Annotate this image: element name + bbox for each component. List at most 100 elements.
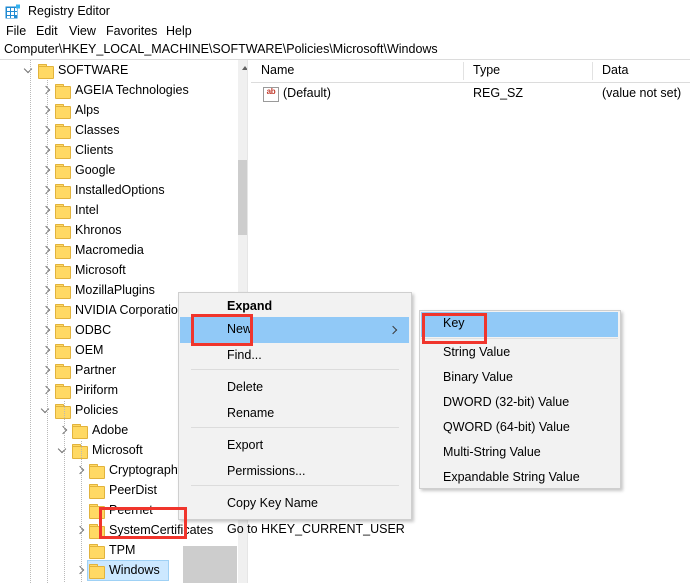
menu-item-delete[interactable]: Delete — [180, 375, 409, 401]
tree-guide-line — [81, 441, 82, 583]
tree-item-label: Cryptography — [109, 463, 185, 477]
chevron-down-icon[interactable] — [39, 401, 53, 421]
submenu-item-string-value[interactable]: String Value — [421, 341, 618, 366]
tree-item-classes[interactable]: Classes — [0, 121, 237, 141]
chevron-right-icon — [388, 325, 398, 335]
tree-scrollbar-secondary[interactable] — [183, 546, 237, 583]
chevron-right-icon[interactable] — [73, 561, 87, 581]
chevron-right-icon[interactable] — [56, 421, 70, 441]
list-header: Name Type Data — [251, 60, 690, 83]
folder-icon — [55, 364, 71, 379]
chevron-down-icon[interactable] — [56, 441, 70, 461]
chevron-right-icon[interactable] — [39, 181, 53, 201]
folder-icon — [38, 64, 54, 79]
column-header-name[interactable]: Name — [261, 63, 294, 77]
folder-icon — [55, 104, 71, 119]
chevron-right-icon[interactable] — [73, 461, 87, 481]
chevron-right-icon[interactable] — [39, 221, 53, 241]
folder-icon — [55, 84, 71, 99]
menu-favorites[interactable]: Favorites — [104, 24, 159, 38]
menu-item-label: Delete — [227, 380, 264, 394]
chevron-right-icon[interactable] — [39, 241, 53, 261]
chevron-right-icon[interactable] — [39, 301, 53, 321]
chevron-right-icon[interactable] — [39, 161, 53, 181]
menu-edit[interactable]: Edit — [34, 24, 60, 38]
submenu-item-multi-string-value[interactable]: Multi-String Value — [421, 441, 618, 466]
chevron-right-icon[interactable] — [39, 141, 53, 161]
menu-item-label: Permissions... — [227, 464, 306, 478]
chevron-right-icon[interactable] — [39, 81, 53, 101]
menu-item-label: Copy Key Name — [227, 496, 319, 510]
folder-icon — [55, 224, 71, 239]
chevron-right-icon[interactable] — [39, 341, 53, 361]
chevron-right-icon[interactable] — [39, 261, 53, 281]
table-row[interactable]: ab (Default) REG_SZ (value not set) — [251, 82, 690, 104]
chevron-right-icon[interactable] — [39, 321, 53, 341]
submenu-item-binary-value[interactable]: Binary Value — [421, 366, 618, 391]
menu-item-label: Go to HKEY_CURRENT_USER — [227, 522, 405, 536]
value-name: (Default) — [283, 86, 331, 100]
chevron-right-icon[interactable] — [39, 121, 53, 141]
submenu-item-qword-64-bit-value[interactable]: QWORD (64-bit) Value — [421, 416, 618, 441]
tree-item-label: AGEIA Technologies — [75, 83, 189, 97]
tree-item-label: InstalledOptions — [75, 183, 165, 197]
chevron-right-icon[interactable] — [39, 361, 53, 381]
tree-item-software[interactable]: SOFTWARE — [0, 61, 237, 81]
menu-view[interactable]: View — [67, 24, 98, 38]
tree-item-installedoptions[interactable]: InstalledOptions — [0, 181, 237, 201]
tree-item-macromedia[interactable]: Macromedia — [0, 241, 237, 261]
tree-guide-line — [47, 80, 48, 583]
menu-item-label: Export — [227, 438, 264, 452]
submenu-item-label: DWORD (32-bit) Value — [443, 395, 570, 409]
tree-item-intel[interactable]: Intel — [0, 201, 237, 221]
column-header-data[interactable]: Data — [602, 63, 628, 77]
tree-item-alps[interactable]: Alps — [0, 101, 237, 121]
title-bar: Registry Editor — [0, 0, 690, 24]
submenu-item-dword-32-bit-value[interactable]: DWORD (32-bit) Value — [421, 391, 618, 416]
tree-item-label: Partner — [75, 363, 116, 377]
chevron-down-icon[interactable] — [22, 61, 36, 81]
chevron-right-icon[interactable] — [73, 521, 87, 541]
menu-file[interactable]: File — [4, 24, 28, 38]
folder-icon — [72, 424, 88, 439]
menu-item-export[interactable]: Export — [180, 433, 409, 459]
folder-icon — [55, 284, 71, 299]
menu-item-rename[interactable]: Rename — [180, 401, 409, 427]
chevron-right-icon[interactable] — [39, 201, 53, 221]
window-title: Registry Editor — [28, 4, 110, 18]
tree-item-label: NVIDIA Corporation — [75, 303, 185, 317]
tree-item-label: Clients — [75, 143, 114, 157]
folder-icon — [55, 184, 71, 199]
menu-separator — [191, 485, 399, 486]
column-divider-2[interactable] — [592, 62, 593, 80]
address-path: Computer\HKEY_LOCAL_MACHINE\SOFTWARE\Pol… — [4, 42, 438, 56]
submenu-item-label: Expandable String Value — [443, 470, 580, 484]
menu-item-copy-key-name[interactable]: Copy Key Name — [180, 491, 409, 517]
address-bar[interactable]: Computer\HKEY_LOCAL_MACHINE\SOFTWARE\Pol… — [0, 41, 690, 60]
tree-item-clients[interactable]: Clients — [0, 141, 237, 161]
tree-item-microsoft[interactable]: Microsoft — [0, 261, 237, 281]
tree-item-google[interactable]: Google — [0, 161, 237, 181]
menu-item-find[interactable]: Find... — [180, 343, 409, 369]
registry-editor-window: Registry Editor File Edit View Favorites… — [0, 0, 690, 583]
submenu-item-expandable-string-value[interactable]: Expandable String Value — [421, 466, 618, 491]
folder-icon — [55, 384, 71, 399]
tree-item-label: ODBC — [75, 323, 112, 337]
ab-string-icon: ab — [263, 87, 279, 102]
chevron-right-icon[interactable] — [39, 381, 53, 401]
column-divider-1[interactable] — [463, 62, 464, 80]
chevron-right-icon[interactable] — [39, 281, 53, 301]
tree-item-label: Alps — [75, 103, 100, 117]
tree-item-label: PeerDist — [109, 483, 157, 497]
chevron-right-icon[interactable] — [39, 101, 53, 121]
menu-item-permissions[interactable]: Permissions... — [180, 459, 409, 485]
tree-item-ageia-technologies[interactable]: AGEIA Technologies — [0, 81, 237, 101]
menu-item-label: Rename — [227, 406, 275, 420]
tree-item-khronos[interactable]: Khronos — [0, 221, 237, 241]
menu-help[interactable]: Help — [164, 24, 194, 38]
menu-item-go-to-hkey-current-user[interactable]: Go to HKEY_CURRENT_USER — [180, 517, 409, 543]
value-type: REG_SZ — [473, 86, 524, 100]
submenu-item-label: Multi-String Value — [443, 445, 541, 459]
column-header-type[interactable]: Type — [473, 63, 500, 77]
menu-bar: File Edit View Favorites Help — [0, 24, 690, 41]
